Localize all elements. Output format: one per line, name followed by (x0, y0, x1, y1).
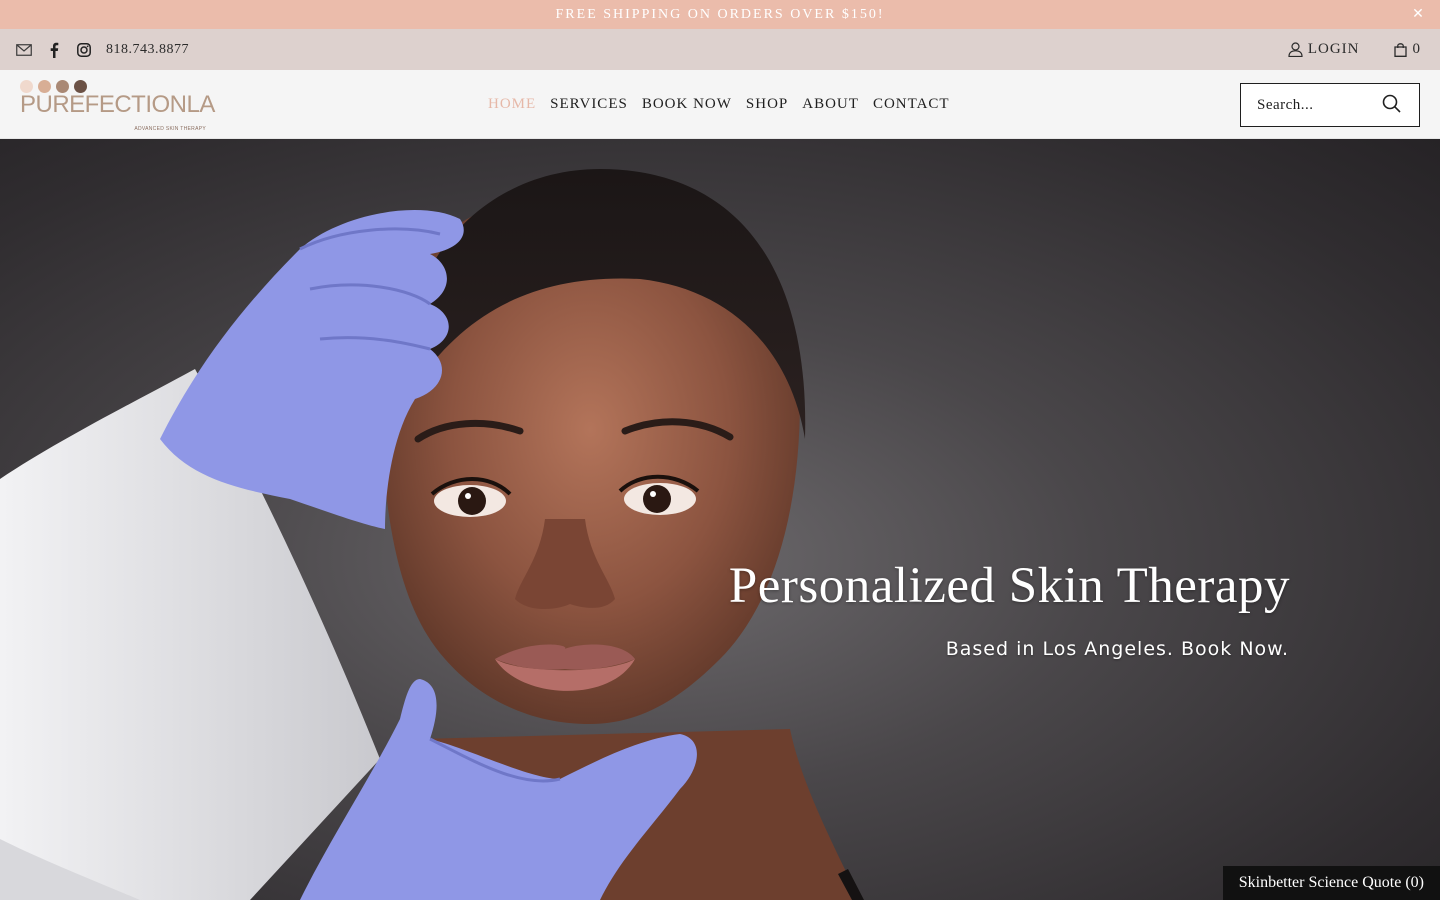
cart-count: 0 (1412, 41, 1421, 57)
nav-services[interactable]: SERVICES (550, 96, 628, 113)
quote-button[interactable]: Skinbetter Science Quote (0) (1222, 866, 1440, 900)
facebook-icon[interactable] (46, 42, 62, 58)
nav-shop[interactable]: SHOP (746, 96, 788, 113)
bag-icon (1393, 43, 1407, 57)
announcement-bar: FREE SHIPPING ON ORDERS OVER $150! ✕ (0, 0, 1440, 29)
phone-number[interactable]: 818.743.8877 (106, 42, 189, 58)
main-nav: HOME SERVICES BOOK NOW SHOP ABOUT CONTAC… (488, 70, 964, 139)
search-icon[interactable] (1382, 94, 1401, 118)
close-icon[interactable]: ✕ (1410, 5, 1428, 23)
instagram-icon[interactable] (76, 42, 92, 58)
nav-contact[interactable]: CONTACT (873, 96, 950, 113)
user-icon (1288, 42, 1303, 57)
cart-link[interactable]: 0 (1393, 41, 1421, 58)
logo-tagline: ADVANCED SKIN THERAPY (134, 126, 206, 132)
hero-image (0, 169, 864, 900)
site-header: PUREFECTIONLA ADVANCED SKIN THERAPY HOME… (0, 70, 1440, 139)
utility-bar: 818.743.8877 LOGIN 0 (0, 29, 1440, 70)
search-input[interactable] (1257, 96, 1387, 114)
logo-wordmark: PUREFECTIONLA (20, 91, 215, 118)
hero-banner[interactable]: Personalized Skin Therapy Based in Los A… (0, 139, 1440, 900)
nav-about[interactable]: ABOUT (802, 96, 859, 113)
search-box (1240, 83, 1420, 127)
login-link[interactable]: LOGIN (1288, 41, 1360, 58)
hero-subtitle[interactable]: Based in Los Angeles. Book Now. (946, 638, 1289, 660)
announcement-text: FREE SHIPPING ON ORDERS OVER $150! (555, 6, 885, 22)
hero-title: Personalized Skin Therapy (728, 558, 1290, 614)
nav-home[interactable]: HOME (488, 96, 536, 113)
mail-icon[interactable] (16, 42, 32, 58)
nav-book-now[interactable]: BOOK NOW (642, 96, 732, 113)
login-label: LOGIN (1307, 41, 1360, 57)
site-logo[interactable]: PUREFECTIONLA ADVANCED SKIN THERAPY (20, 80, 215, 132)
